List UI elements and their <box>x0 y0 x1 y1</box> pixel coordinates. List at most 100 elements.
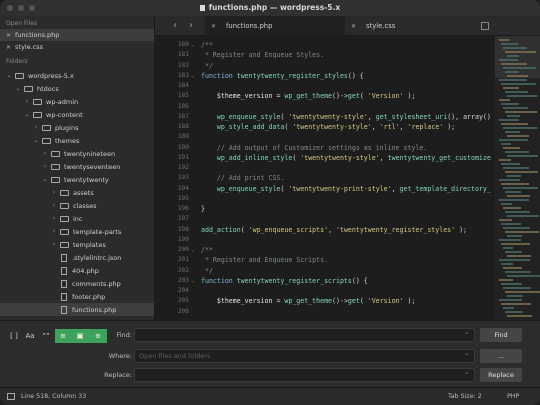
chevron-right-icon[interactable]: › <box>41 150 49 157</box>
tree-file[interactable]: comments.php <box>0 277 154 290</box>
where-input[interactable] <box>135 350 474 362</box>
tree-folder[interactable]: › assets <box>0 186 154 199</box>
chevron-right-icon[interactable]: › <box>50 189 58 196</box>
code-line: 203 ⌄ function twentytwenty_register_scrip… <box>155 277 495 287</box>
tree-folder[interactable]: › wp-admin <box>0 95 154 108</box>
forward-arrow-icon[interactable]: › <box>189 20 193 31</box>
where-input-field[interactable]: ⌃ <box>134 349 475 363</box>
code-token: get_template_directory_ <box>399 184 491 193</box>
tree-folder[interactable]: › template-parts <box>0 225 154 238</box>
line-number: 196 <box>177 205 189 212</box>
minimap-line <box>507 235 522 237</box>
tree-item-label: footer.php <box>72 292 106 301</box>
close-icon[interactable]: ✕ <box>351 23 356 30</box>
minimap-line <box>505 151 529 153</box>
code-text: // Add print CSS. <box>201 174 285 182</box>
sidebar-toggle-icon[interactable] <box>7 393 15 400</box>
tree-file[interactable]: functions.php <box>0 303 154 316</box>
find-button[interactable]: Find <box>480 328 522 342</box>
line-number: 197 <box>177 215 189 223</box>
history-icon[interactable]: ⌃ <box>464 353 469 360</box>
regex-toggle[interactable]: [ ] <box>7 329 21 343</box>
fold-icon[interactable]: ⌄ <box>191 72 195 79</box>
tree-file[interactable]: .stylelintrc.json <box>0 251 154 264</box>
chevron-right-icon[interactable]: › <box>32 124 40 131</box>
where-options-button[interactable]: ... <box>480 349 522 363</box>
chevron-down-icon[interactable]: ⌄ <box>32 137 40 144</box>
tab-functions[interactable]: ✕ functions.php <box>205 16 345 36</box>
code-line: 188 wp_style_add_data( 'twentytwenty-sty… <box>155 123 495 133</box>
tab-size[interactable]: Tab Size: 2 <box>448 393 482 400</box>
chevron-right-icon[interactable]: › <box>50 215 58 222</box>
syntax-mode[interactable]: PHP <box>507 393 519 400</box>
window-title-text: functions.php — wordpress-5.x <box>208 3 341 12</box>
minimap-line <box>501 43 518 45</box>
tree-folder[interactable]: › templates <box>0 238 154 251</box>
line-number: 186 <box>177 102 189 110</box>
chevron-down-icon[interactable]: ⌄ <box>5 72 13 79</box>
folders-label: Folders <box>6 58 28 65</box>
close-icon[interactable]: ✕ <box>6 44 11 51</box>
fold-icon[interactable]: ⌄ <box>191 41 195 48</box>
back-arrow-icon[interactable]: ‹ <box>173 20 177 31</box>
chevron-down-icon[interactable]: ⌄ <box>41 176 49 183</box>
whole-word-toggle[interactable]: “” <box>39 329 53 343</box>
folder-icon <box>51 176 60 183</box>
find-input-field[interactable]: ⌃ <box>134 328 475 342</box>
close-icon[interactable]: ✕ <box>211 23 216 30</box>
code-token: 'Version' <box>367 92 404 101</box>
fold-icon[interactable]: ⌄ <box>191 246 195 253</box>
code-token: } <box>201 205 205 213</box>
tree-item-label: twentyseventeen <box>64 162 121 171</box>
code-token: twentytwenty_register_styles <box>236 71 348 80</box>
wrap-toggle[interactable]: ▣ <box>71 329 89 343</box>
minimap-line <box>503 207 521 209</box>
tree-folder[interactable]: › plugins <box>0 121 154 134</box>
chevron-right-icon[interactable]: › <box>50 228 58 235</box>
tree-file[interactable]: footer.php <box>0 290 154 303</box>
chevron-down-icon[interactable]: ⌄ <box>23 111 31 118</box>
tree-folder[interactable]: › twentynineteen <box>0 147 154 160</box>
tab-bar: ‹ › ✕ functions.php ✕ style.css <box>155 16 540 36</box>
chevron-right-icon[interactable]: › <box>50 202 58 209</box>
code-line: 205 $theme_version = wp_get_theme()->get… <box>155 297 495 307</box>
tree-folder[interactable]: › classes <box>0 199 154 212</box>
in-selection-toggle[interactable]: ≡ <box>55 329 71 343</box>
code-editor[interactable]: 180 ⌄/** 181 * Register and Enqueue Styles… <box>155 36 540 320</box>
history-icon[interactable]: ⌃ <box>464 372 469 379</box>
minimap[interactable] <box>495 36 540 320</box>
tree-file[interactable]: 404.php <box>0 264 154 277</box>
tree-folder[interactable]: › twentyseventeen <box>0 160 154 173</box>
tab-style[interactable]: ✕ style.css <box>345 16 495 36</box>
replace-input-field[interactable]: ⌃ <box>134 368 475 382</box>
split-view-icon[interactable] <box>481 22 489 30</box>
chevron-right-icon[interactable]: › <box>41 163 49 170</box>
code-line: 202 */ <box>155 267 495 277</box>
tree-item-label: wp-admin <box>46 97 79 106</box>
case-sensitive-toggle[interactable]: Aa <box>23 329 37 343</box>
title-bar: functions.php — wordpress-5.x <box>0 0 540 16</box>
fold-icon[interactable]: ⌄ <box>191 277 195 284</box>
open-file-functions[interactable]: ✕ functions.php <box>0 29 154 41</box>
tab-label: functions.php <box>226 22 273 30</box>
tree-folder[interactable]: ⌄ wp-content <box>0 108 154 121</box>
chevron-right-icon[interactable]: › <box>23 98 31 105</box>
minimap-line <box>499 159 511 161</box>
replace-input[interactable] <box>135 369 474 381</box>
code-line: 187 wp_enqueue_style( 'twentytwenty-styl… <box>155 113 495 123</box>
tree-folder[interactable]: ⌄ wordpress-5.x <box>0 69 154 82</box>
tree-folder[interactable]: ⌄ htdocs <box>0 82 154 95</box>
tree-folder[interactable]: ⌄ twentytwenty <box>0 173 154 186</box>
tree-folder[interactable]: ⌄ themes <box>0 134 154 147</box>
find-input[interactable] <box>135 329 474 341</box>
chevron-right-icon[interactable]: › <box>50 241 58 248</box>
open-file-style[interactable]: ✕ style.css <box>0 41 154 53</box>
tree-folder[interactable]: › inc <box>0 212 154 225</box>
code-token: ()-> <box>332 297 348 306</box>
chevron-down-icon[interactable]: ⌄ <box>14 85 22 92</box>
minimap-line <box>507 115 520 117</box>
close-icon[interactable]: ✕ <box>6 32 11 39</box>
history-icon[interactable]: ⌃ <box>464 332 469 339</box>
replace-button[interactable]: Replace <box>480 368 522 382</box>
line-number: 183 <box>177 71 189 79</box>
